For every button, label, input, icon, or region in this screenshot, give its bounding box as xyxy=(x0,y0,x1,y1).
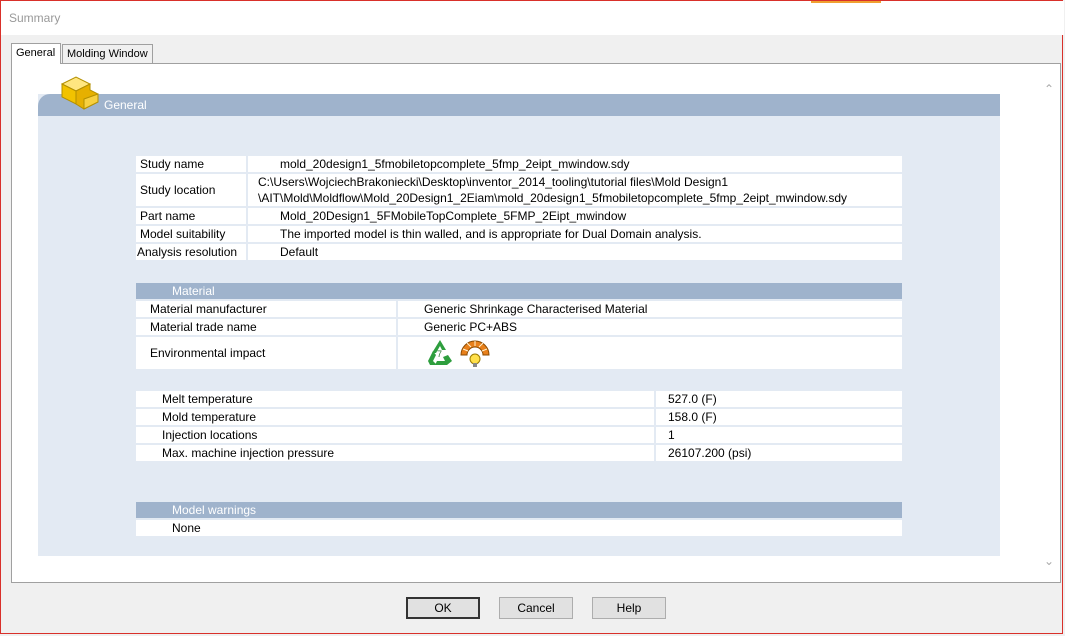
table-row: Material trade name Generic PC+ABS xyxy=(134,317,904,337)
part-model-icon xyxy=(60,76,99,110)
mold-temperature-label: Mold temperature xyxy=(134,407,656,427)
melt-temperature-label: Melt temperature xyxy=(134,389,656,409)
study-table: Study name mold_20design1_5fmobiletopcom… xyxy=(134,154,904,262)
environmental-impact-value: 7 xyxy=(396,335,904,371)
study-location-value: C:\Users\WojciechBrakoniecki\Desktop\inv… xyxy=(246,172,904,208)
table-row: Material manufacturer Generic Shrinkage … xyxy=(134,299,904,319)
max-injection-pressure-label: Max. machine injection pressure xyxy=(134,443,656,463)
material-trade-name-label: Material trade name xyxy=(134,317,398,337)
table-row: Injection locations 1 xyxy=(134,425,904,445)
table-row: Environmental impact 7 xyxy=(134,335,904,371)
summary-dialog: Summary General Molding Window ⌃ ⌄ Gener… xyxy=(0,0,1064,634)
study-location-line2: \AIT\Mold\Moldflow\Mold_20Design1_2Eiam\… xyxy=(258,191,847,205)
injection-locations-label: Injection locations xyxy=(134,425,656,445)
max-injection-pressure-value: 26107.200 (psi) xyxy=(654,443,904,463)
table-row: Material xyxy=(134,281,904,301)
analysis-resolution-value: Default xyxy=(246,242,904,262)
injection-locations-value: 1 xyxy=(654,425,904,445)
window-title: Summary xyxy=(9,11,61,25)
table-row: None xyxy=(134,518,904,538)
tab-panel: ⌃ ⌄ General Study name mold_20design1_5f… xyxy=(11,63,1061,583)
table-row: Max. machine injection pressure 26107.20… xyxy=(134,443,904,463)
melt-temperature-value: 527.0 (F) xyxy=(654,389,904,409)
cancel-button[interactable]: Cancel xyxy=(499,597,573,619)
model-suitability-value: The imported model is thin walled, and i… xyxy=(246,224,904,244)
material-manufacturer-value: Generic Shrinkage Characterised Material xyxy=(396,299,904,319)
table-row: Study name mold_20design1_5fmobiletopcom… xyxy=(134,154,904,174)
study-location-label: Study location xyxy=(134,172,248,208)
process-table: Melt temperature 527.0 (F) Mold temperat… xyxy=(134,389,904,463)
material-table: Material Material manufacturer Generic S… xyxy=(134,281,904,371)
material-trade-name-value: Generic PC+ABS xyxy=(396,317,904,337)
table-row: Melt temperature 527.0 (F) xyxy=(134,389,904,409)
table-row: Study location C:\Users\WojciechBrakonie… xyxy=(134,172,904,208)
tab-molding-window[interactable]: Molding Window xyxy=(62,44,153,63)
study-name-value: mold_20design1_5fmobiletopcomplete_5fmp_… xyxy=(246,154,904,174)
general-header-title: General xyxy=(104,98,147,112)
part-name-label: Part name xyxy=(134,206,248,226)
mold-temperature-value: 158.0 (F) xyxy=(654,407,904,427)
material-manufacturer-label: Material manufacturer xyxy=(134,299,398,319)
model-suitability-label: Model suitability xyxy=(134,224,248,244)
general-header: General xyxy=(38,94,1000,116)
svg-text:7: 7 xyxy=(437,349,442,359)
recycle-7-icon: 7 xyxy=(428,340,452,365)
warnings-table: Model warnings None xyxy=(134,500,904,538)
table-row: Model suitability The imported model is … xyxy=(134,224,904,244)
material-header: Material xyxy=(134,281,904,301)
study-location-line1: C:\Users\WojciechBrakoniecki\Desktop\inv… xyxy=(258,175,729,189)
table-row: Model warnings xyxy=(134,500,904,520)
table-row: Mold temperature 158.0 (F) xyxy=(134,407,904,427)
environmental-impact-label: Environmental impact xyxy=(134,335,398,371)
help-button[interactable]: Help xyxy=(592,597,666,619)
study-name-label: Study name xyxy=(134,154,248,174)
part-name-value: Mold_20Design1_5FMobileTopComplete_5FMP_… xyxy=(246,206,904,226)
title-bar: Summary xyxy=(1,1,1064,35)
general-section: General Study name mold_20design1_5fmobi… xyxy=(38,76,1000,556)
table-row: Analysis resolution Default xyxy=(134,242,904,262)
scroll-up-icon[interactable]: ⌃ xyxy=(1044,82,1054,96)
energy-gauge-icon xyxy=(460,340,490,367)
title-accent xyxy=(811,1,881,3)
table-row: Part name Mold_20Design1_5FMobileTopComp… xyxy=(134,206,904,226)
model-warnings-value: None xyxy=(134,518,904,538)
ok-button[interactable]: OK xyxy=(406,597,480,619)
analysis-resolution-label: Analysis resolution xyxy=(134,242,248,262)
tab-general[interactable]: General xyxy=(11,43,61,64)
model-warnings-header: Model warnings xyxy=(134,500,904,520)
scroll-down-icon[interactable]: ⌄ xyxy=(1044,554,1054,568)
